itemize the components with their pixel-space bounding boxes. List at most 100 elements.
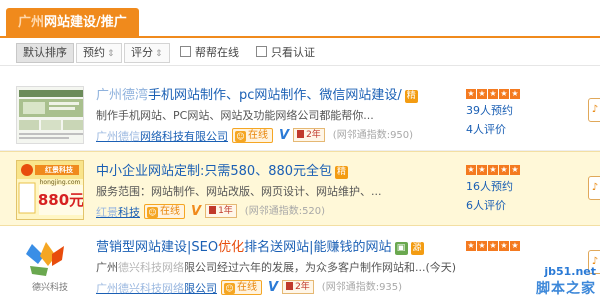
listing-row: 德兴科技 营销型网站建设|SEO优化排名送网站|能赚钱的网站 ▣ 源 广州德兴科技网… <box>0 228 600 302</box>
company-link[interactable]: 广州德兴科技网络限公司 <box>96 282 217 295</box>
membership-icon <box>286 282 294 290</box>
sort-rating-label: 评分 <box>131 46 153 59</box>
filter-online-checkbox[interactable]: 帮帮在线 <box>180 45 239 61</box>
neighbor-index: (网邻通指数:935) <box>321 282 403 293</box>
company-name: 科技 <box>118 206 140 219</box>
listing-thumbnail[interactable]: 德兴科技 <box>16 238 84 296</box>
listing-row: 广州德湾手机网站制作、pc网站制作、微信网站建设/精 制作手机网站、PC网站、网… <box>0 76 600 151</box>
rating-stars: ★ ★ ★ ★ ★ <box>466 162 576 175</box>
listing-stats: ★ ★ ★ ★ ★ <box>466 238 576 251</box>
sort-default-button[interactable]: 默认排序 <box>16 43 74 63</box>
contact-side-button[interactable]: ♪ <box>588 176 600 200</box>
rating-stars: ★ ★ ★ ★ ★ <box>466 86 576 99</box>
chat-face-icon: ☺ <box>224 283 235 294</box>
promo-tag-icon: 精 <box>335 166 349 179</box>
listing-title-text: 手机网站制作、pc网站制作、微信网站建设/ <box>148 88 402 103</box>
listing-meta: 广州德信网络科技有限公司 ☺ 在线 V 2年 (网邻通指数:950) <box>96 128 413 144</box>
membership-years-badge: 2年 <box>293 128 325 142</box>
checkbox-icon[interactable] <box>180 46 191 57</box>
star-icon: ★ <box>510 241 520 251</box>
membership-icon <box>297 130 305 138</box>
online-chat-button[interactable]: ☺ 在线 <box>232 128 273 143</box>
category-header: 广州网站建设/推广 <box>0 0 600 38</box>
chat-face-icon: ☺ <box>147 207 158 218</box>
listing-title-link[interactable]: 广州德湾手机网站制作、pc网站制作、微信网站建设/精 <box>96 84 418 103</box>
listing-title-text: 中小企业网站定制:只需580、880元全包 <box>96 164 333 179</box>
listing-thumbnail[interactable]: 红景科技 hongjing.com 880元 <box>16 160 84 220</box>
sort-default-label: 默认排序 <box>23 46 67 59</box>
image-tag-icon: ▣ <box>394 242 408 255</box>
bookings-link[interactable]: 39人预约 <box>466 102 576 118</box>
membership-years: 1年 <box>218 206 233 216</box>
checkbox-icon[interactable] <box>256 46 267 57</box>
star-icon: ★ <box>477 89 487 99</box>
sort-arrow-icon: ⇕ <box>155 49 163 59</box>
promo-tag-icon: 精 <box>404 90 418 103</box>
neighbor-index: (网邻通指数:520) <box>244 206 326 217</box>
verified-badge-icon: V <box>191 204 202 219</box>
listing-thumbnail[interactable] <box>16 86 84 144</box>
filter-verified-label: 只看认证 <box>271 46 315 59</box>
filter-online-label: 帮帮在线 <box>195 46 239 59</box>
source-tag-icon: 源 <box>410 242 424 255</box>
star-icon: ★ <box>466 165 476 175</box>
company-link[interactable]: 广州德信网络科技有限公司 <box>96 130 228 143</box>
company-blurred-text: 广州德信 <box>96 130 140 143</box>
sort-arrow-icon: ⇕ <box>107 49 115 59</box>
thumb-site: hongjing.com <box>39 179 81 186</box>
online-label: 在线 <box>237 282 257 293</box>
sort-rating-button[interactable]: 评分 ⇕ <box>124 43 170 63</box>
title-highlight: 优化 <box>218 240 245 255</box>
verified-badge-icon: V <box>268 280 279 295</box>
watermark-site: jb51.net <box>544 265 596 278</box>
company-name: 限公司 <box>184 282 217 295</box>
star-icon: ★ <box>499 241 509 251</box>
verified-badge-icon: V <box>279 128 290 143</box>
membership-years: 2年 <box>295 282 310 292</box>
star-icon: ★ <box>499 165 509 175</box>
listing-title-text: 排名送网站|能赚钱的网站 <box>244 240 392 255</box>
reviews-link[interactable]: 4人评价 <box>466 121 576 137</box>
star-icon: ★ <box>499 89 509 99</box>
star-icon: ★ <box>488 165 498 175</box>
membership-years: 2年 <box>306 130 321 140</box>
contact-side-button[interactable]: ♪ <box>588 98 600 122</box>
star-icon: ★ <box>466 241 476 251</box>
star-icon: ★ <box>466 89 476 99</box>
membership-icon <box>209 206 217 214</box>
star-icon: ★ <box>488 241 498 251</box>
star-icon: ★ <box>488 89 498 99</box>
star-icon: ★ <box>477 165 487 175</box>
listing-title-link[interactable]: 中小企业网站定制:只需580、880元全包精 <box>96 160 349 179</box>
online-label: 在线 <box>160 206 180 217</box>
desc-text: 限公司经过六年的发展，为众多客户制作网站和...(今天) <box>184 261 457 274</box>
sort-booking-label: 预约 <box>83 46 105 59</box>
bookings-link[interactable]: 16人预约 <box>466 178 576 194</box>
company-blurred-text: 广州德兴科技网络 <box>96 282 184 295</box>
listing-title-text: 营销型网站建设|SEO <box>96 240 219 255</box>
online-chat-button[interactable]: ☺ 在线 <box>221 280 262 295</box>
desc-blurred-text: 德兴科技网络 <box>118 261 184 274</box>
company-blurred-text: 红景 <box>96 206 118 219</box>
thumb-brand: 红景科技 <box>45 166 73 174</box>
thumb-price: 880元 <box>37 191 84 209</box>
listing-row-highlighted: 红景科技 hongjing.com 880元 中小企业网站定制:只需580、88… <box>0 151 600 226</box>
online-label: 在线 <box>248 130 268 141</box>
bell-icon: ♪ <box>591 104 599 115</box>
membership-years-badge: 1年 <box>205 204 237 218</box>
listing-meta: 广州德兴科技网络限公司 ☺ 在线 V 2年 (网邻通指数:935) <box>96 280 402 296</box>
listing-title-link[interactable]: 营销型网站建设|SEO优化排名送网站|能赚钱的网站 ▣ 源 <box>96 236 424 255</box>
listing-description: 服务范围：网站制作、网站改版、网页设计、网站维护、... <box>96 185 382 198</box>
category-tab[interactable]: 广州网站建设/推广 <box>6 8 139 38</box>
listing-description: 广州德兴科技网络限公司经过六年的发展，为众多客户制作网站和...(今天) <box>96 259 456 275</box>
bell-icon: ♪ <box>591 182 599 193</box>
company-link[interactable]: 红景科技 <box>96 206 140 219</box>
chat-face-icon: ☺ <box>235 131 246 142</box>
site-watermark: jb51.net 脚本之家 <box>536 265 596 298</box>
company-name: 网络科技有限公司 <box>140 130 228 143</box>
filter-verified-checkbox[interactable]: 只看认证 <box>256 45 315 61</box>
listing-description: 制作手机网站、PC网站、网站及功能网络公司都能帮你... <box>96 109 374 122</box>
reviews-link[interactable]: 6人评价 <box>466 197 576 213</box>
online-chat-button[interactable]: ☺ 在线 <box>144 204 185 219</box>
sort-booking-button[interactable]: 预约 ⇕ <box>76 43 122 63</box>
